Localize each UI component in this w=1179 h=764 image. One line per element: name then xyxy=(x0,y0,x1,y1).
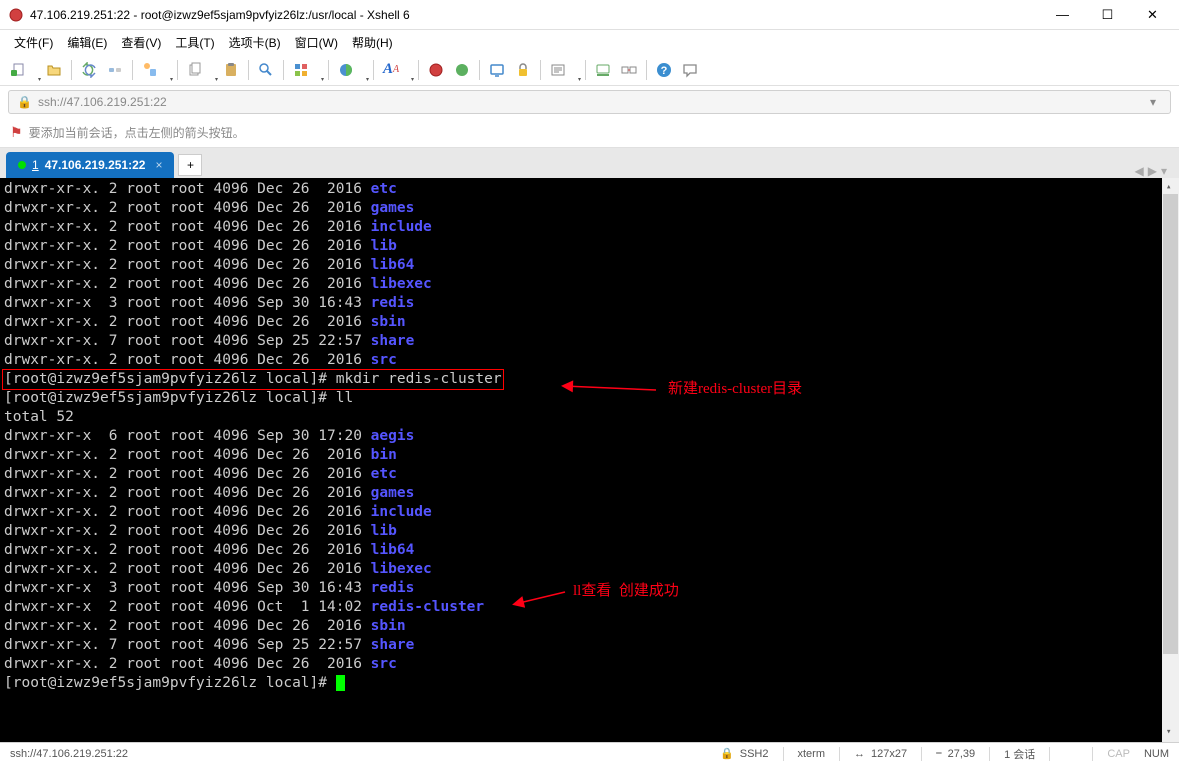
paste-button[interactable] xyxy=(219,58,243,82)
size-icon: ↔ xyxy=(854,748,865,760)
tabs-nav: ◀ ▶ ▾ xyxy=(1135,164,1174,178)
scrollbar-thumb[interactable] xyxy=(1163,194,1178,654)
properties-button[interactable]: ▾ xyxy=(138,58,172,82)
menu-bar: 文件(F) 编辑(E) 查看(V) 工具(T) 选项卡(B) 窗口(W) 帮助(… xyxy=(0,30,1179,54)
find-button[interactable] xyxy=(254,58,278,82)
app-icon xyxy=(8,7,24,23)
screen-button[interactable] xyxy=(485,58,509,82)
menu-file[interactable]: 文件(F) xyxy=(8,31,59,54)
window-buttons: — ☐ ✕ xyxy=(1040,0,1175,29)
status-separator xyxy=(783,747,784,761)
status-cap: CAP xyxy=(1107,748,1130,760)
address-bar-container: 🔒 ssh://47.106.219.251:22 ▾ xyxy=(0,86,1179,118)
tab-close-icon[interactable]: × xyxy=(155,158,162,172)
toolbar-separator xyxy=(373,60,374,80)
toolbar-separator xyxy=(283,60,284,80)
address-dropdown-icon[interactable]: ▾ xyxy=(1144,95,1162,109)
status-sessions: 1 会话 xyxy=(1004,746,1035,762)
feedback-button[interactable] xyxy=(678,58,702,82)
disconnect-button[interactable] xyxy=(103,58,127,82)
lock-icon: 🔒 xyxy=(720,747,734,760)
new-session-button[interactable]: ▾ xyxy=(6,58,40,82)
tabs-bar: 1 47.106.219.251:22 × + ◀ ▶ ▾ xyxy=(0,148,1179,178)
color-scheme-button[interactable]: ▾ xyxy=(334,58,368,82)
toolbar-separator xyxy=(177,60,178,80)
flag-icon: ⚑ xyxy=(10,124,23,141)
tab-label: 47.106.219.251:22 xyxy=(45,158,146,172)
window-title-bar: 47.106.219.251:22 - root@izwz9ef5sjam9pv… xyxy=(0,0,1179,30)
tab-menu-icon[interactable]: ▾ xyxy=(1161,164,1167,178)
status-pos: ⎯27,39 xyxy=(936,747,975,760)
tab-next-icon[interactable]: ▶ xyxy=(1148,164,1157,178)
close-button[interactable]: ✕ xyxy=(1130,0,1175,29)
status-separator xyxy=(921,747,922,761)
layout-button[interactable]: ▾ xyxy=(289,58,323,82)
reconnect-button[interactable] xyxy=(77,58,101,82)
xshell-icon[interactable] xyxy=(424,58,448,82)
address-input[interactable]: 🔒 ssh://47.106.219.251:22 ▾ xyxy=(8,90,1171,114)
status-ssh: 🔒SSH2 xyxy=(720,747,768,760)
minimize-button[interactable]: — xyxy=(1040,0,1085,29)
status-bar: ssh://47.106.219.251:22 🔒SSH2 xterm ↔127… xyxy=(0,742,1179,764)
menu-edit[interactable]: 编辑(E) xyxy=(61,31,113,54)
lock-button[interactable] xyxy=(511,58,535,82)
status-separator xyxy=(1049,747,1050,761)
hint-bar: ⚑ 要添加当前会话，点击左侧的箭头按钮。 xyxy=(0,118,1179,148)
help-button[interactable]: ? xyxy=(652,58,676,82)
menu-tools[interactable]: 工具(T) xyxy=(169,31,220,54)
menu-help[interactable]: 帮助(H) xyxy=(346,31,399,54)
tunneling-button[interactable] xyxy=(617,58,641,82)
annotation-ll: ll查看 创建成功 xyxy=(573,582,679,601)
status-num: NUM xyxy=(1144,748,1169,760)
status-size: ↔127x27 xyxy=(854,748,907,760)
menu-window[interactable]: 窗口(W) xyxy=(289,31,344,54)
toolbar-separator xyxy=(540,60,541,80)
menu-tabs[interactable]: 选项卡(B) xyxy=(223,31,287,54)
copy-button[interactable]: ▾ xyxy=(183,58,217,82)
connection-status-icon xyxy=(18,161,26,169)
tab-session-1[interactable]: 1 47.106.219.251:22 × xyxy=(6,152,174,178)
status-separator xyxy=(839,747,840,761)
hint-text: 要添加当前会话，点击左侧的箭头按钮。 xyxy=(29,124,245,141)
toolbar-separator xyxy=(585,60,586,80)
pos-icon: ⎯ xyxy=(936,747,942,760)
menu-view[interactable]: 查看(V) xyxy=(115,31,167,54)
toolbar-separator xyxy=(71,60,72,80)
xftp-button[interactable] xyxy=(450,58,474,82)
compose-bar-button[interactable] xyxy=(591,58,615,82)
svg-text:?: ? xyxy=(661,65,668,77)
toolbar: ▾ ▾ ▾ ▾ ▾ AA▾ ▾ ? xyxy=(0,54,1179,86)
maximize-button[interactable]: ☐ xyxy=(1085,0,1130,29)
lock-icon: 🔒 xyxy=(17,95,32,109)
status-separator xyxy=(1092,747,1093,761)
toolbar-separator xyxy=(646,60,647,80)
address-text: ssh://47.106.219.251:22 xyxy=(38,95,167,109)
status-term: xterm xyxy=(798,748,826,760)
tab-prev-icon[interactable]: ◀ xyxy=(1135,164,1144,178)
terminal-scrollbar[interactable] xyxy=(1162,178,1179,742)
toolbar-separator xyxy=(328,60,329,80)
open-session-button[interactable] xyxy=(42,58,66,82)
toolbar-separator xyxy=(132,60,133,80)
annotation-mkdir: 新建redis-cluster目录 xyxy=(668,380,802,399)
font-button[interactable]: AA▾ xyxy=(379,58,413,82)
window-title: 47.106.219.251:22 - root@izwz9ef5sjam9pv… xyxy=(30,8,1040,22)
highlight-button[interactable]: ▾ xyxy=(546,58,580,82)
status-left: ssh://47.106.219.251:22 xyxy=(10,748,706,760)
toolbar-separator xyxy=(418,60,419,80)
add-tab-button[interactable]: + xyxy=(178,154,202,176)
status-separator xyxy=(989,747,990,761)
toolbar-separator xyxy=(479,60,480,80)
terminal-pane[interactable]: drwxr-xr-x. 2 root root 4096 Dec 26 2016… xyxy=(0,178,1179,742)
toolbar-separator xyxy=(248,60,249,80)
tab-number: 1 xyxy=(32,158,39,172)
